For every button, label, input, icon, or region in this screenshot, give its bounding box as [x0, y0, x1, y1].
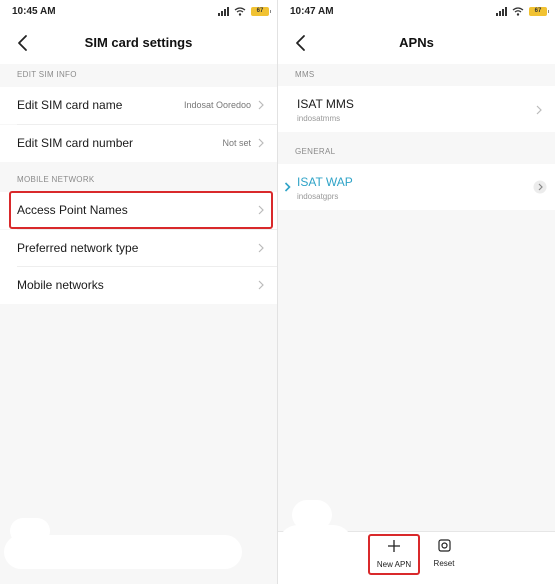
status-icons: 67 — [218, 5, 271, 17]
redaction-mark — [10, 518, 50, 544]
highlight-box — [9, 191, 273, 229]
row-preferred-network-type[interactable]: Preferred network type — [0, 230, 277, 267]
status-time: 10:45 AM — [12, 6, 56, 17]
page-title: APNs — [399, 35, 434, 50]
chevron-right-icon — [536, 105, 542, 115]
row-mobile-networks[interactable]: Mobile networks — [0, 267, 277, 304]
battery-icon: 67 — [529, 6, 549, 16]
section-header-mobile-network: MOBILE NETWORK — [17, 175, 95, 184]
row-label: Mobile networks — [17, 278, 104, 292]
selected-indicator-icon — [284, 182, 291, 192]
apns-screen: 10:47 AM 67 APNs MMS ISAT MMS indosatmms… — [278, 0, 555, 584]
apn-name: ISAT WAP — [297, 175, 353, 189]
reset-label: Reset — [433, 559, 455, 568]
sim-settings-screen: 10:45 AM 67 SIM card settings EDIT SIM I… — [0, 0, 277, 584]
apn-item-isat-mms[interactable]: ISAT MMS indosatmms — [278, 86, 555, 132]
apn-value: indosatmms — [297, 114, 341, 123]
section-header-mms: MMS — [295, 70, 315, 79]
chevron-right-icon — [258, 138, 264, 148]
status-time: 10:47 AM — [290, 6, 334, 17]
page-title: SIM card settings — [84, 35, 193, 50]
reset-icon — [437, 539, 451, 552]
chevron-right-icon — [258, 100, 264, 110]
signal-icon — [218, 6, 229, 16]
signal-icon — [496, 6, 507, 16]
row-value: Indosat Ooredoo — [183, 100, 251, 110]
chevron-right-icon — [258, 243, 264, 253]
chevron-right-icon — [258, 280, 264, 290]
row-edit-sim-card-name[interactable]: Edit SIM card name Indosat Ooredoo — [0, 87, 277, 124]
row-label: Preferred network type — [17, 241, 139, 255]
wifi-icon — [512, 6, 524, 16]
apn-value: indosatgprs — [297, 192, 339, 201]
title-bar: SIM card settings — [0, 24, 277, 64]
wifi-icon — [234, 6, 246, 16]
row-value: Not set — [222, 138, 251, 148]
status-bar: 10:47 AM 67 — [278, 0, 555, 24]
section-header-general: GENERAL — [295, 147, 336, 156]
section-header-edit-sim-info: EDIT SIM INFO — [17, 70, 77, 79]
row-edit-sim-card-number[interactable]: Edit SIM card number Not set — [0, 125, 277, 162]
status-bar: 10:45 AM 67 — [0, 0, 277, 24]
redaction-mark — [292, 500, 332, 530]
apn-item-isat-wap[interactable]: ISAT WAP indosatgprs — [278, 164, 555, 210]
row-label: Edit SIM card name — [17, 98, 123, 112]
redaction-mark — [278, 525, 353, 580]
reset-button[interactable]: Reset — [427, 539, 461, 568]
highlight-box — [368, 534, 420, 575]
chevron-right-circle-icon[interactable] — [533, 180, 547, 194]
title-bar: APNs — [278, 24, 555, 64]
battery-icon: 67 — [251, 6, 271, 16]
row-label: Edit SIM card number — [17, 136, 134, 150]
apn-name: ISAT MMS — [297, 97, 354, 111]
status-icons: 67 — [496, 5, 549, 17]
